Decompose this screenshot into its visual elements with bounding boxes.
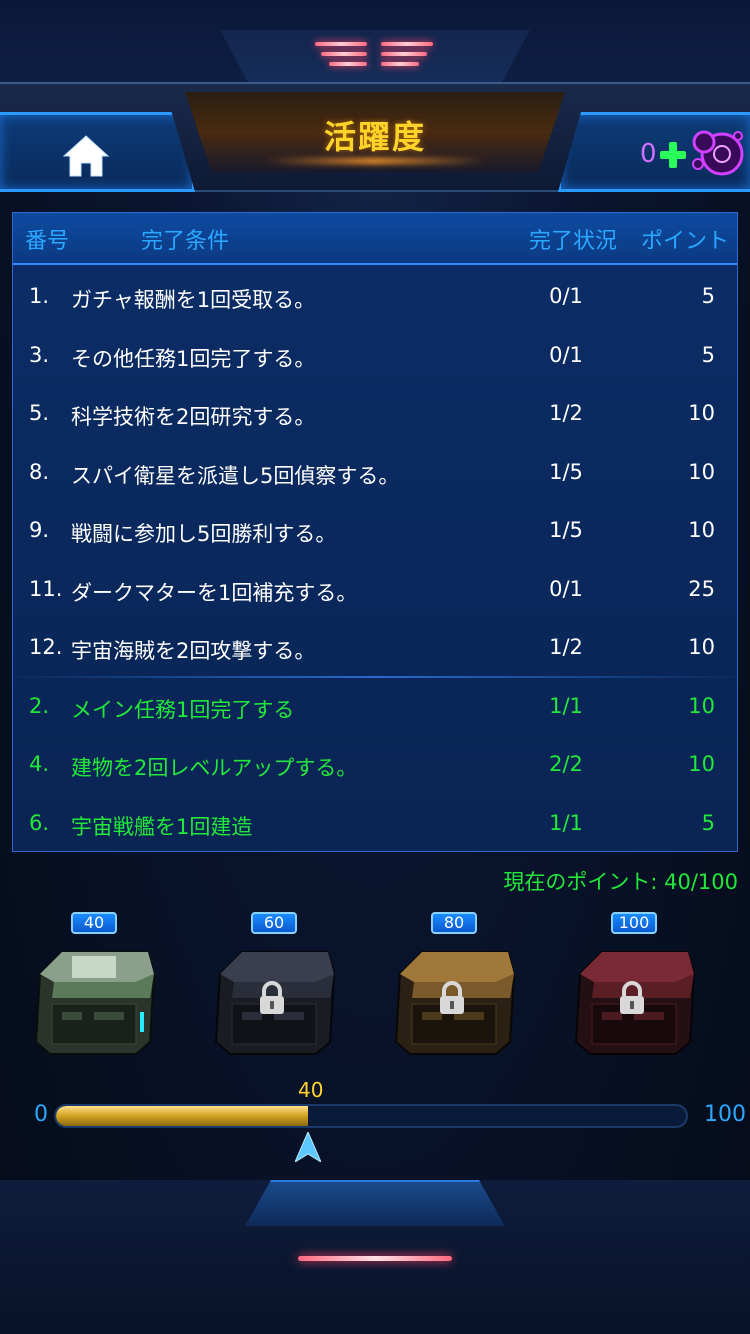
header-bar: 活躍度 0 <box>0 82 750 202</box>
chest-threshold-badge: 100 <box>611 912 657 934</box>
task-condition: ガチャ報酬を1回受取る。 <box>71 288 316 312</box>
task-condition: 科学技術を2回研究する。 <box>71 405 316 429</box>
lock-icon <box>260 981 284 1014</box>
bottom-bar <box>298 1256 452 1261</box>
task-points: 5 <box>701 810 715 835</box>
task-no: 6. <box>29 810 50 835</box>
task-condition: 戦闘に参加し5回勝利する。 <box>71 522 337 546</box>
task-no: 4. <box>29 752 50 776</box>
top-decoration <box>0 0 750 90</box>
table-header: 番号 完了条件 完了状況 ポイント <box>13 213 737 265</box>
table-row: 9. 戦闘に参加し5回勝利する。 1/5 10 <box>13 502 737 561</box>
task-condition: スパイ衛星を派遣し5回偵察する。 <box>71 463 400 488</box>
reward-chest-60[interactable]: 60 <box>204 912 344 1072</box>
progress-marker-icon <box>295 1132 321 1162</box>
task-points: 10 <box>688 401 715 425</box>
chest-threshold-badge: 80 <box>431 912 477 934</box>
task-condition: 建物を2回レベルアップする。 <box>71 756 358 780</box>
progress-current-label: 40 <box>298 1078 324 1102</box>
task-points: 10 <box>688 459 715 484</box>
plus-icon[interactable] <box>660 142 686 168</box>
page-title: 活躍度 <box>323 118 426 156</box>
task-no: 5. <box>29 401 50 425</box>
table-row: 4. 建物を2回レベルアップする。 2/2 10 <box>13 736 737 795</box>
task-status: 0/1 <box>549 576 583 601</box>
column-condition: 完了条件 <box>141 229 230 254</box>
task-status: 2/2 <box>549 752 583 776</box>
task-condition: その他任務1回完了する。 <box>71 346 316 371</box>
table-row: 3. その他任務1回完了する。 0/1 5 <box>13 327 737 386</box>
task-condition: ダークマターを1回補充する。 <box>71 580 358 605</box>
task-status: 0/1 <box>549 342 583 367</box>
task-no: 11. <box>29 576 63 601</box>
task-status: 1/1 <box>549 693 583 718</box>
task-status: 1/2 <box>549 401 583 425</box>
home-icon[interactable] <box>62 134 110 178</box>
column-status: 完了状況 <box>529 229 618 254</box>
task-status: 1/5 <box>549 459 583 484</box>
chest-threshold-badge: 40 <box>71 912 117 934</box>
progress-fill <box>56 1106 308 1126</box>
reward-chest-80[interactable]: 80 <box>384 912 524 1072</box>
task-points: 25 <box>688 576 715 601</box>
dark-matter-orb-icon <box>692 130 744 176</box>
progress-min-label: 0 <box>34 1102 48 1127</box>
task-no: 3. <box>29 342 50 367</box>
lock-icon <box>620 981 644 1014</box>
task-points: 10 <box>688 693 715 718</box>
chest-icon[interactable] <box>32 946 156 1058</box>
task-condition: メイン任務1回完了する <box>71 697 295 722</box>
column-no: 番号 <box>25 229 70 254</box>
points-count: 0 <box>640 139 657 169</box>
table-row: 12. 宇宙海賊を2回攻撃する。 1/2 10 <box>13 619 737 678</box>
progress-bar <box>54 1104 688 1128</box>
task-no: 9. <box>29 518 50 542</box>
task-points: 10 <box>688 752 715 776</box>
table-row: 8. スパイ衛星を派遣し5回偵察する。 1/5 10 <box>13 444 737 503</box>
task-points: 10 <box>688 518 715 542</box>
current-points-label: 現在のポイント: 40/100 <box>503 870 738 894</box>
task-no: 1. <box>29 284 50 308</box>
game-screen: 活躍度 0 番号 完了条件 完了状況 ポイント 1. ガチャ報酬を1回受取る。 … <box>0 0 750 1334</box>
task-no: 8. <box>29 459 50 484</box>
table-row: 6. 宇宙戦艦を1回建造 1/1 5 <box>13 795 737 852</box>
task-no: 12. <box>29 635 63 659</box>
progress-max-label: 100 <box>704 1102 746 1127</box>
reward-chest-40[interactable]: 40 <box>24 912 164 1072</box>
chest-threshold-badge: 60 <box>251 912 297 934</box>
table-row: 5. 科学技術を2回研究する。 1/2 10 <box>13 385 737 444</box>
table-row: 11. ダークマターを1回補充する。 0/1 25 <box>13 561 737 620</box>
task-status: 0/1 <box>549 284 583 308</box>
task-condition: 宇宙海賊を2回攻撃する。 <box>71 639 316 663</box>
task-table: 番号 完了条件 完了状況 ポイント 1. ガチャ報酬を1回受取る。 0/1 5 … <box>12 212 738 852</box>
table-row: 1. ガチャ報酬を1回受取る。 0/1 5 <box>13 268 737 327</box>
task-no: 2. <box>29 693 50 718</box>
task-status: 1/1 <box>549 810 583 835</box>
menu-lines-icon <box>315 40 435 68</box>
task-points: 5 <box>701 342 715 367</box>
column-points: ポイント <box>641 229 730 254</box>
task-condition: 宇宙戦艦を1回建造 <box>71 814 253 839</box>
table-row: 2. メイン任務1回完了する 1/1 10 <box>13 678 737 737</box>
task-points: 5 <box>701 284 715 308</box>
task-status: 1/5 <box>549 518 583 542</box>
task-status: 1/2 <box>549 635 583 659</box>
reward-chest-100[interactable]: 100 <box>564 912 704 1072</box>
lock-icon <box>440 981 464 1014</box>
task-points: 10 <box>688 635 715 659</box>
